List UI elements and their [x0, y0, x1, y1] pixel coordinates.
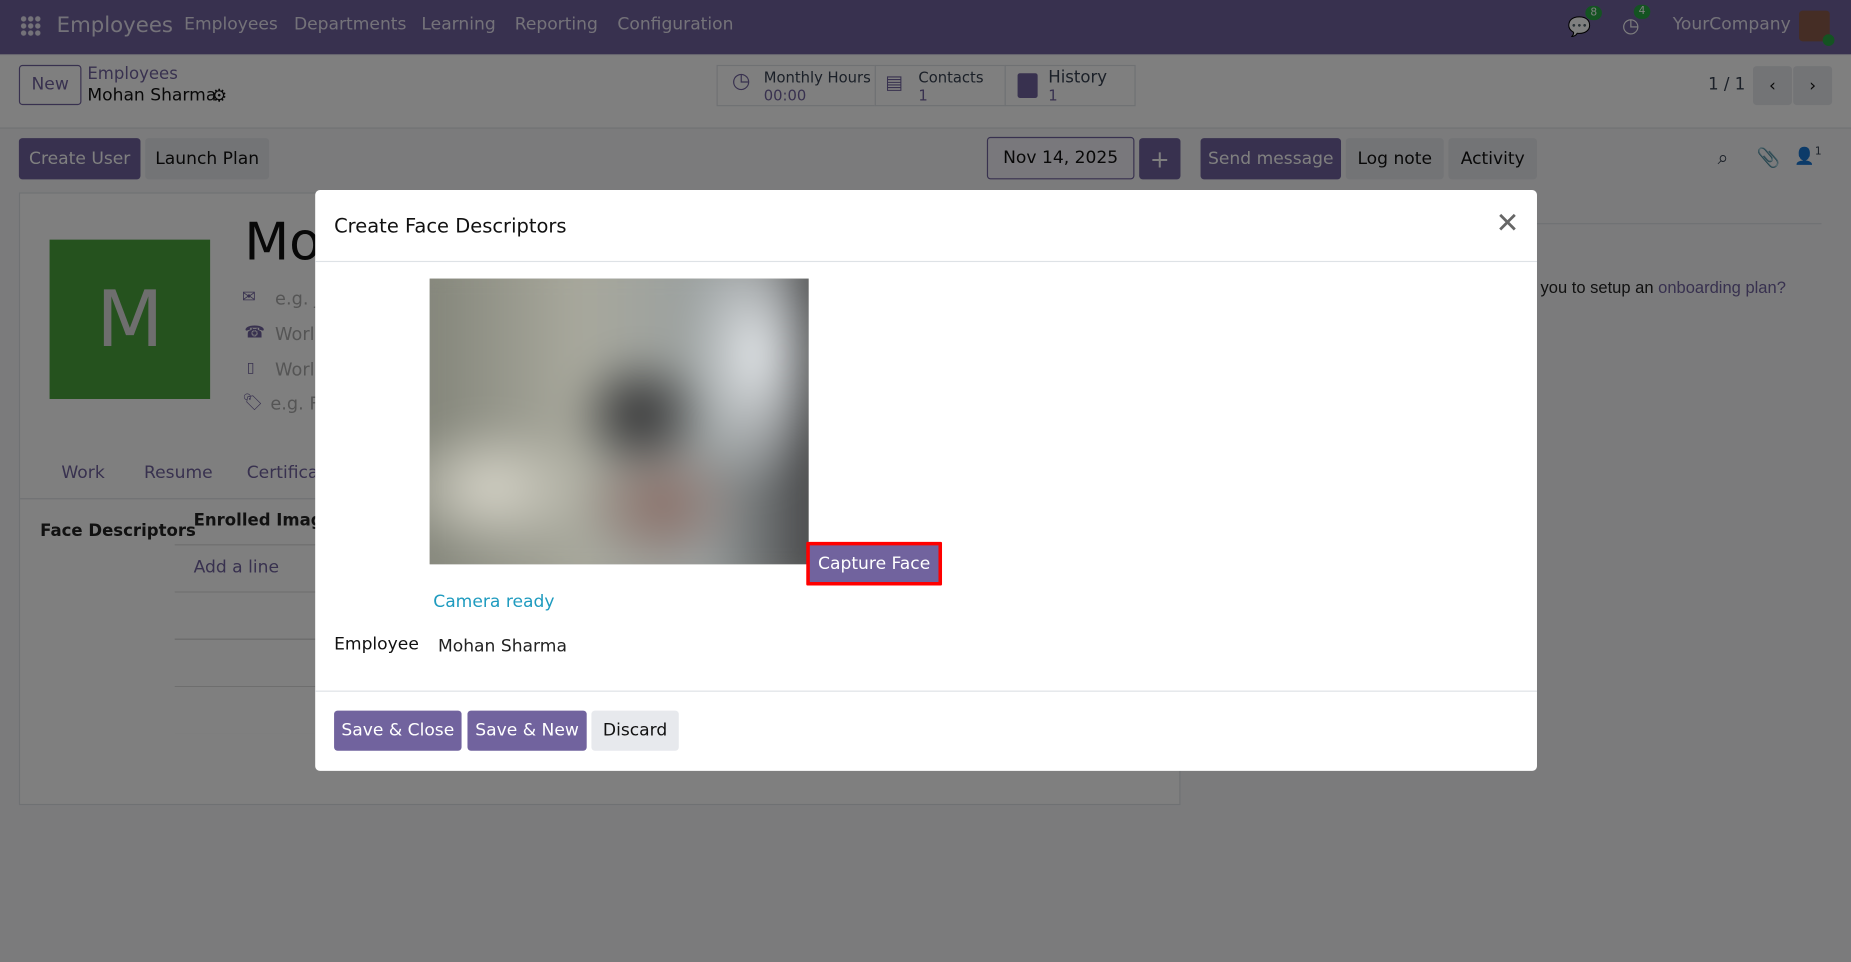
save-close-button[interactable]: Save & Close	[334, 710, 462, 751]
close-icon[interactable]: ✕	[1496, 207, 1520, 240]
capture-face-button[interactable]: Capture Face	[806, 541, 943, 586]
dialog-footer-divider	[315, 690, 1537, 692]
employee-field[interactable]: Mohan Sharma	[438, 637, 567, 656]
create-face-descriptors-dialog: Create Face Descriptors ✕ Capture Face C…	[315, 190, 1537, 771]
employee-label: Employee	[334, 635, 419, 654]
save-new-button[interactable]: Save & New	[467, 710, 587, 751]
dialog-header-divider	[315, 260, 1537, 263]
dialog-title: Create Face Descriptors	[334, 214, 567, 238]
camera-preview	[429, 278, 809, 565]
discard-button[interactable]: Discard	[591, 710, 679, 751]
camera-status: Camera ready	[433, 592, 555, 612]
